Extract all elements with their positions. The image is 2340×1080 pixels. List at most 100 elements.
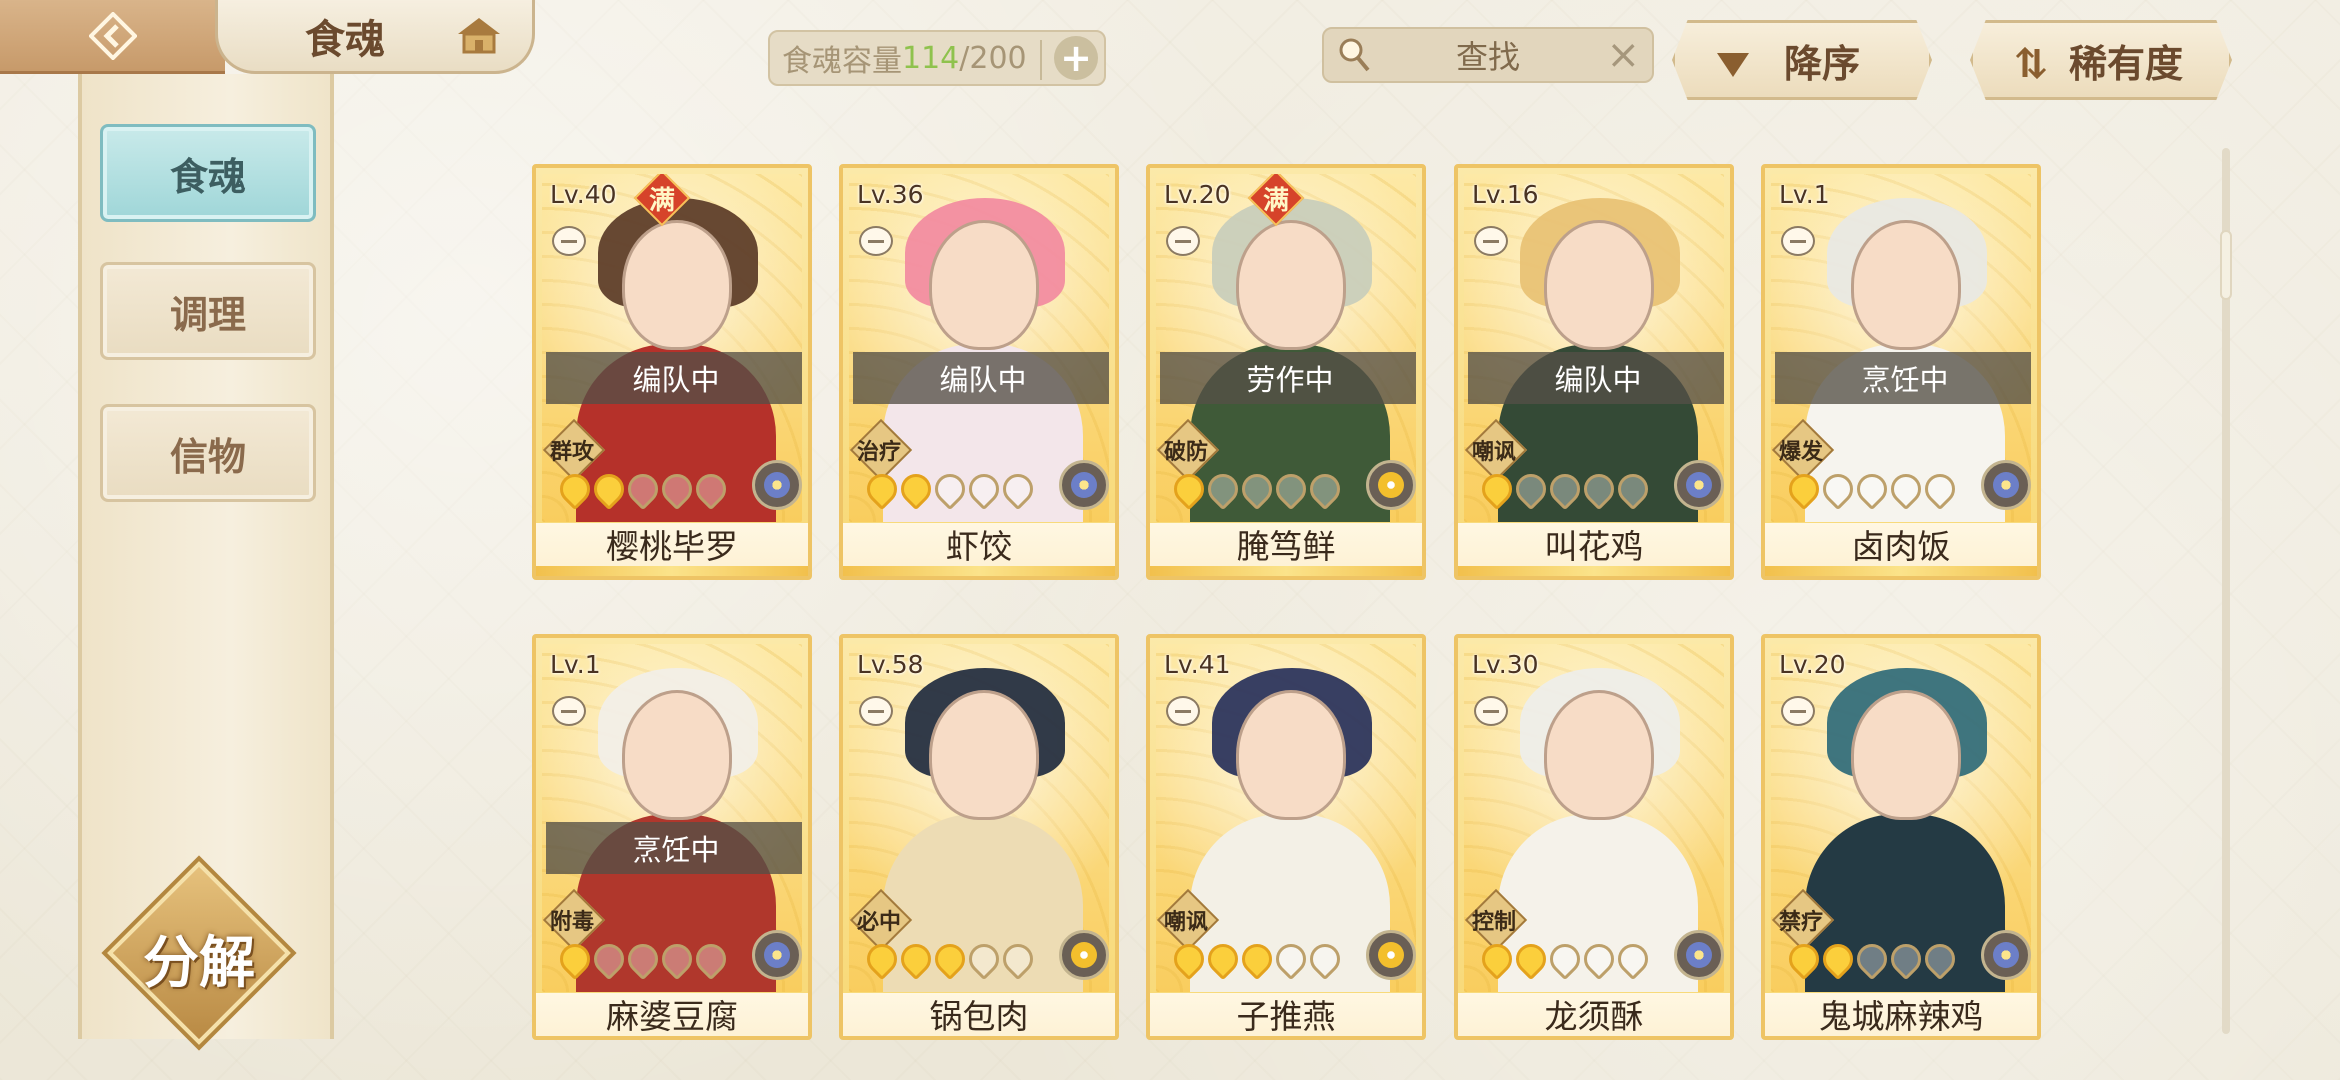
star-icon [1918,467,1962,511]
level-label: Lv.41 [1164,650,1231,679]
level-label: Lv.30 [1472,650,1539,679]
role-label: 破防 [1163,440,1208,465]
portrait: Lv.36 编队中 治疗 [849,174,1109,522]
food-soul-card[interactable]: Lv.36 编队中 治疗 虾饺 [839,164,1119,580]
star-icon [1201,937,1245,981]
food-soul-card[interactable]: Lv.20 禁疗 鬼城麻辣鸡 [1761,634,2041,1040]
element-icon [752,930,802,980]
role-tag: 爆发 [1771,418,1835,482]
star-icon [587,467,631,511]
portrait: Lv.40 满编队中 群攻 [542,174,802,522]
star-icon [1509,467,1553,511]
portrait-face [622,220,732,350]
star-icon [928,937,972,981]
portrait: Lv.1 烹饪中 附毒 [542,644,802,992]
star-icon [1884,467,1928,511]
max-level-text: 满 [1262,185,1289,216]
star-icon [860,937,904,981]
card-trim [1150,566,1422,576]
star-icon [1884,937,1928,981]
star-icon [1303,467,1347,511]
star-icon [1611,937,1655,981]
star-icon [962,937,1006,981]
status-band: 烹饪中 [546,822,802,874]
star-icon [553,937,597,981]
portrait: Lv.58 必中 [849,644,1109,992]
card-trim [1765,566,2037,576]
role-tag: 禁疗 [1771,888,1835,952]
bowl-icon [1781,226,1815,256]
star-icon [1782,467,1826,511]
role-label: 嘲讽 [1471,440,1516,465]
role-tag: 群攻 [542,418,606,482]
status-band: 烹饪中 [1775,352,2031,404]
food-soul-card[interactable]: Lv.41 嘲讽子推燕 [1146,634,1426,1040]
element-icon [752,460,802,510]
role-tag: 嘲讽 [1156,888,1220,952]
card-trim [1458,566,1730,576]
star-rating [553,937,733,981]
star-icon [1782,937,1826,981]
star-icon [689,937,733,981]
food-soul-card[interactable]: Lv.20 满劳作中 破防 腌笃鲜 [1146,164,1426,580]
star-rating [1782,937,1962,981]
role-label: 必中 [856,910,901,935]
role-label: 群攻 [549,440,594,465]
max-level-text: 满 [648,185,675,216]
star-icon [1201,467,1245,511]
bowl-icon [859,226,893,256]
role-tag: 治疗 [849,418,913,482]
level-label: Lv.58 [857,650,924,679]
portrait-face [622,690,732,820]
star-icon [894,467,938,511]
star-icon [689,467,733,511]
star-icon [1235,937,1279,981]
level-label: Lv.1 [1779,180,1830,209]
star-icon [1543,937,1587,981]
card-trim [536,566,808,576]
portrait: Lv.41 嘲讽 [1156,644,1416,992]
food-soul-grid: Lv.40 满编队中 群攻 樱桃毕罗 Lv.36 编队中 治疗 虾饺 Lv.20 满劳作中 破防 腌笃… [0,0,2340,1080]
element-icon [1366,930,1416,980]
portrait-face [929,690,1039,820]
star-icon [621,467,665,511]
portrait-face [1236,690,1346,820]
bowl-icon [1474,696,1508,726]
food-soul-card[interactable]: Lv.30 控制 龙须酥 [1454,634,1734,1040]
card-trim [843,566,1115,576]
star-rating [1475,467,1655,511]
star-icon [962,467,1006,511]
star-rating [860,937,1040,981]
star-icon [1235,467,1279,511]
food-soul-card[interactable]: Lv.16 编队中 嘲讽 叫花鸡 [1454,164,1734,580]
element-icon [1059,930,1109,980]
level-label: Lv.40 [550,180,617,209]
food-soul-card[interactable]: Lv.58 必中 锅包肉 [839,634,1119,1040]
portrait-face [1851,690,1961,820]
star-icon [1269,937,1313,981]
element-icon [1674,930,1724,980]
food-soul-name: 麻婆豆腐 [536,993,808,1036]
level-label: Lv.20 [1779,650,1846,679]
star-icon [587,937,631,981]
star-icon [1475,467,1519,511]
role-label: 治疗 [856,440,901,465]
element-icon [1674,460,1724,510]
star-icon [1850,937,1894,981]
food-soul-card[interactable]: Lv.1 烹饪中 附毒 麻婆豆腐 [532,634,812,1040]
star-icon [1577,937,1621,981]
star-icon [996,937,1040,981]
bowl-icon [552,226,586,256]
food-soul-name: 子推燕 [1150,993,1422,1036]
star-icon [1611,467,1655,511]
role-tag: 必中 [849,888,913,952]
portrait-face [1544,220,1654,350]
level-label: Lv.20 [1164,180,1231,209]
food-soul-card[interactable]: Lv.1 烹饪中 爆发 卤肉饭 [1761,164,2041,580]
role-label: 爆发 [1778,440,1823,465]
element-icon [1981,930,2031,980]
star-rating [860,467,1040,511]
food-soul-card[interactable]: Lv.40 满编队中 群攻 樱桃毕罗 [532,164,812,580]
star-rating [553,467,733,511]
star-icon [1475,937,1519,981]
